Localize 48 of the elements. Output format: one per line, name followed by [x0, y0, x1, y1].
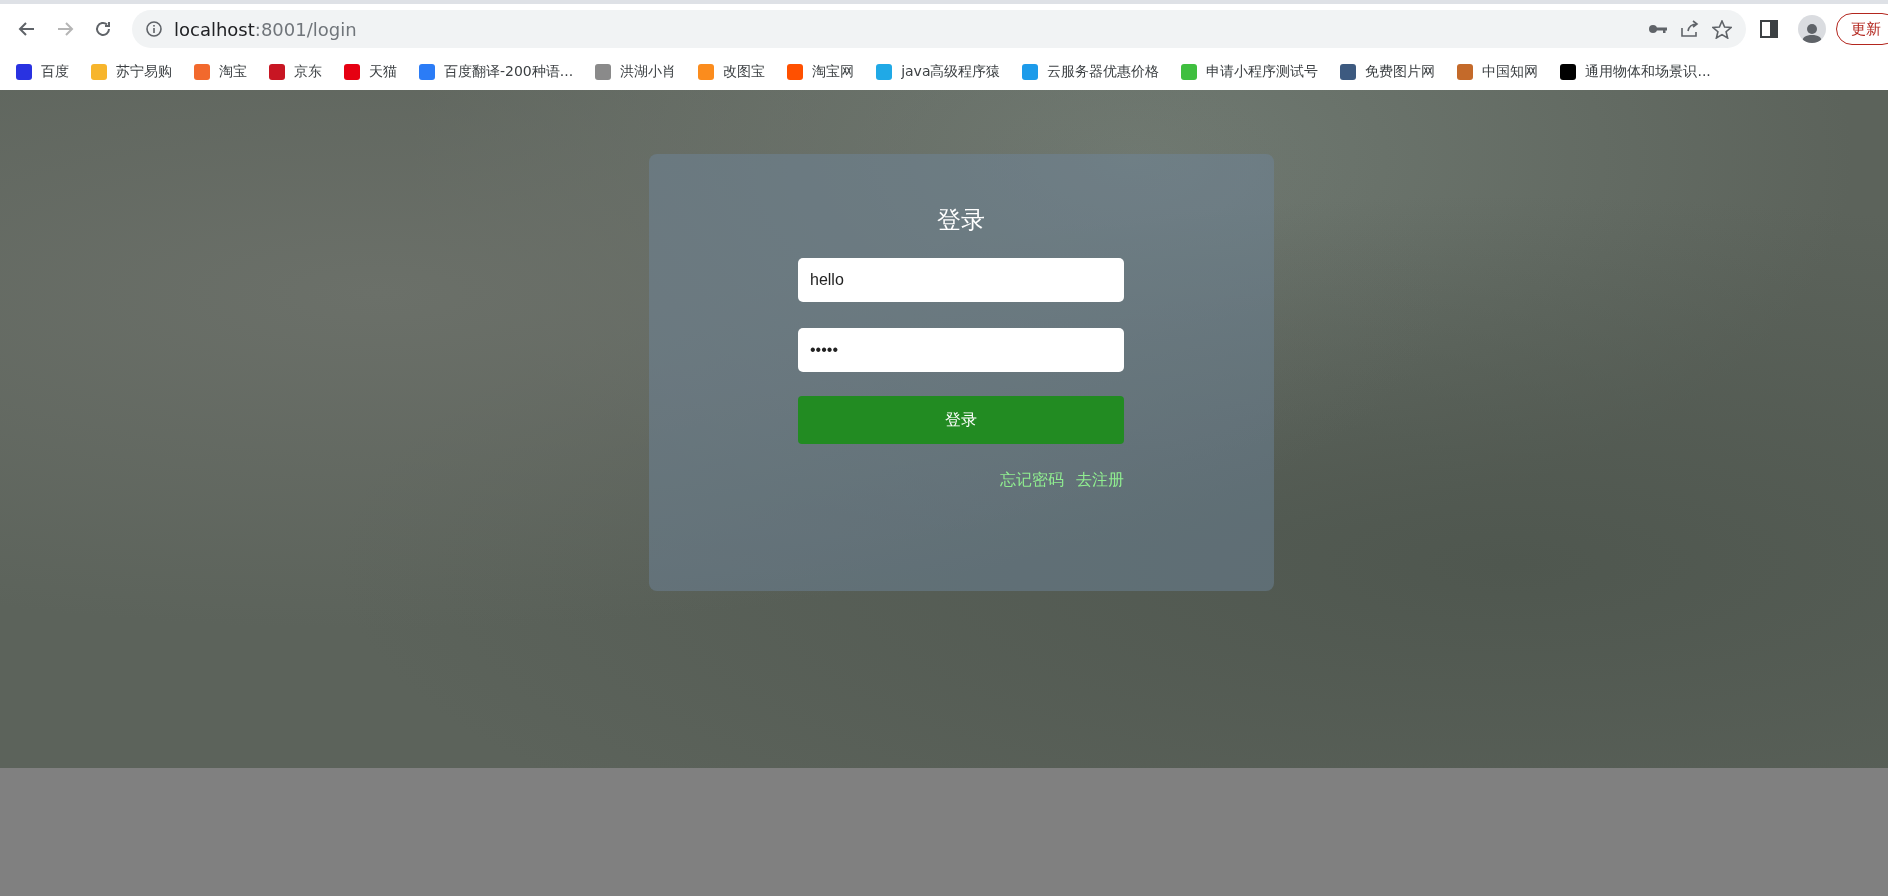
bookmark[interactable]: 天猫: [344, 63, 397, 81]
bookmark-label: 改图宝: [723, 63, 766, 81]
profile-avatar[interactable]: [1798, 15, 1826, 43]
bookmark[interactable]: 苏宁易购: [91, 63, 172, 81]
bookmark[interactable]: 中国知网: [1457, 63, 1539, 81]
bookmark-label: 百度翻译-200种语...: [444, 63, 574, 81]
bookmark-label: 淘宝网: [812, 63, 855, 81]
info-icon[interactable]: [146, 21, 162, 37]
bookmark-label: 天猫: [369, 63, 397, 81]
back-arrow-icon: [18, 20, 36, 38]
bookmark-label: 中国知网: [1482, 63, 1539, 81]
bookmark[interactable]: 通用物体和场景识...: [1560, 63, 1711, 81]
bookmark[interactable]: 百度翻译-200种语...: [419, 63, 574, 81]
bookmark-label: 免费图片网: [1365, 63, 1436, 81]
password-field[interactable]: •••••: [798, 328, 1124, 372]
bookmark-label: 淘宝: [219, 63, 247, 81]
bookmark[interactable]: 改图宝: [698, 63, 766, 81]
bookmark[interactable]: 淘宝网: [787, 63, 855, 81]
bookmark-label: 百度: [41, 63, 69, 81]
bookmark[interactable]: 百度: [16, 63, 69, 81]
bookmark[interactable]: 申请小程序测试号: [1181, 63, 1319, 81]
update-button[interactable]: 更新: [1836, 13, 1888, 45]
bookmark[interactable]: 云服务器优惠价格: [1022, 63, 1160, 81]
reload-icon: [94, 20, 112, 38]
username-field[interactable]: hello: [798, 258, 1124, 302]
bookmark[interactable]: 京东: [269, 63, 322, 81]
share-icon[interactable]: [1680, 20, 1700, 38]
bookmark[interactable]: 淘宝: [194, 63, 247, 81]
bookmark-label: 云服务器优惠价格: [1047, 63, 1160, 81]
address-bar[interactable]: localhost:8001/login: [132, 10, 1746, 48]
key-icon[interactable]: [1648, 23, 1668, 35]
bookmark-label: 京东: [294, 63, 322, 81]
bookmark-label: 苏宁易购: [116, 63, 172, 81]
forward-arrow-icon: [56, 20, 74, 38]
bookmark-label: 洪湖小肖: [620, 63, 677, 81]
bookmark-label: java高级程序猿: [901, 63, 1001, 81]
bookmark[interactable]: 免费图片网: [1340, 63, 1436, 81]
bookmark-label: 通用物体和场景识...: [1585, 63, 1711, 81]
login-title: 登录: [937, 205, 985, 236]
bookmark-label: 申请小程序测试号: [1206, 63, 1319, 81]
login-button[interactable]: 登录: [798, 396, 1124, 444]
side-panel-icon[interactable]: [1760, 20, 1778, 38]
star-icon[interactable]: [1712, 19, 1732, 39]
text-link[interactable]: 忘记密码: [1000, 470, 1064, 491]
text-link[interactable]: 去注册: [1076, 470, 1124, 491]
bookmark[interactable]: 洪湖小肖: [595, 63, 677, 81]
url-text: localhost:8001/login: [174, 18, 357, 40]
bookmark[interactable]: java高级程序猿: [876, 63, 1001, 81]
